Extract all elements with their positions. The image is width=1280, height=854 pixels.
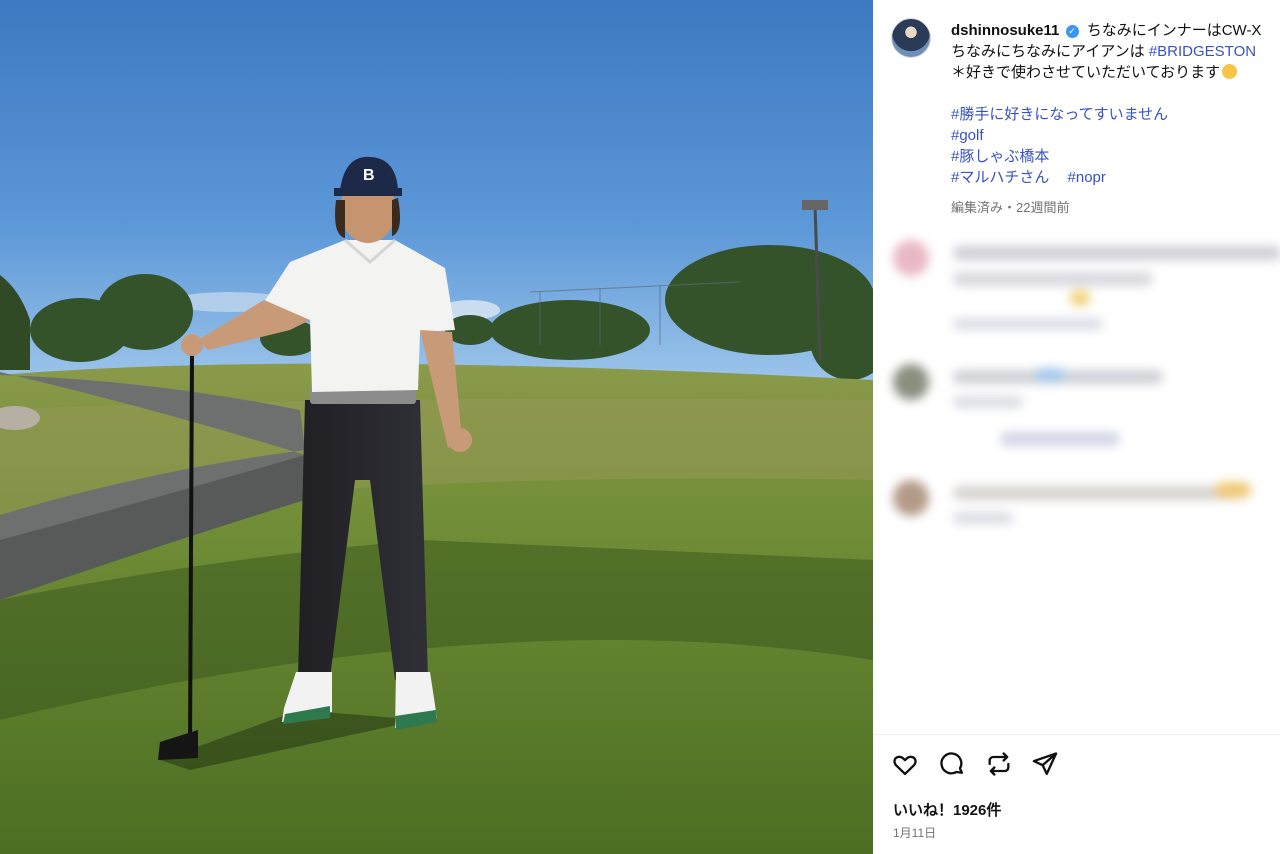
post-detail-panel: dshinnosuke11 ✓ ちなみにインナーはCW-X ちなみにちなみにアイ… xyxy=(873,0,1280,854)
comments-list-blurred xyxy=(885,232,1280,557)
verified-badge-icon: ✓ xyxy=(1065,25,1079,38)
post-date: 1月11日 xyxy=(893,826,937,840)
hashtag-link[interactable]: #nopr xyxy=(1068,169,1106,186)
svg-text:B: B xyxy=(363,167,375,184)
hashtag-bridgestone[interactable]: #BRIDGESTON xyxy=(1149,43,1256,60)
post-meta: 編集済み・22週間前 xyxy=(951,200,1070,215)
repost-icon xyxy=(988,752,1010,776)
hashtag-link[interactable]: #マルハチさん xyxy=(951,169,1049,186)
comment-button[interactable] xyxy=(938,750,968,780)
sweat-smile-emoji-icon xyxy=(1222,64,1238,79)
avatar[interactable] xyxy=(891,18,931,58)
hashtag-link[interactable]: #golf xyxy=(951,127,984,144)
caption-line-1: ちなみにインナーはCW-X xyxy=(1086,22,1262,39)
like-button[interactable] xyxy=(891,750,921,780)
divider xyxy=(873,734,1280,735)
share-button[interactable] xyxy=(1031,750,1061,780)
send-icon xyxy=(1032,752,1058,776)
golf-course-photo: B xyxy=(0,0,873,854)
hashtag-link[interactable]: #勝手に好きになってすいません xyxy=(951,106,1168,123)
heart-icon xyxy=(893,755,917,776)
post-photo[interactable]: B xyxy=(0,0,873,854)
caption-line-3: ＊好きで使わさせていただいております xyxy=(951,64,1221,81)
username-link[interactable]: dshinnosuke11 xyxy=(951,22,1059,39)
likes-count[interactable]: いいね！1926件 xyxy=(893,799,1001,820)
caption-line-2: ちなみにちなみにアイアンは xyxy=(951,43,1149,60)
repost-button[interactable] xyxy=(985,750,1015,780)
hashtag-link[interactable]: #豚しゃぶ橋本 xyxy=(951,148,1049,165)
post-caption: dshinnosuke11 ✓ ちなみにインナーはCW-X ちなみにちなみにアイ… xyxy=(951,20,1280,188)
comment-icon xyxy=(940,752,964,775)
